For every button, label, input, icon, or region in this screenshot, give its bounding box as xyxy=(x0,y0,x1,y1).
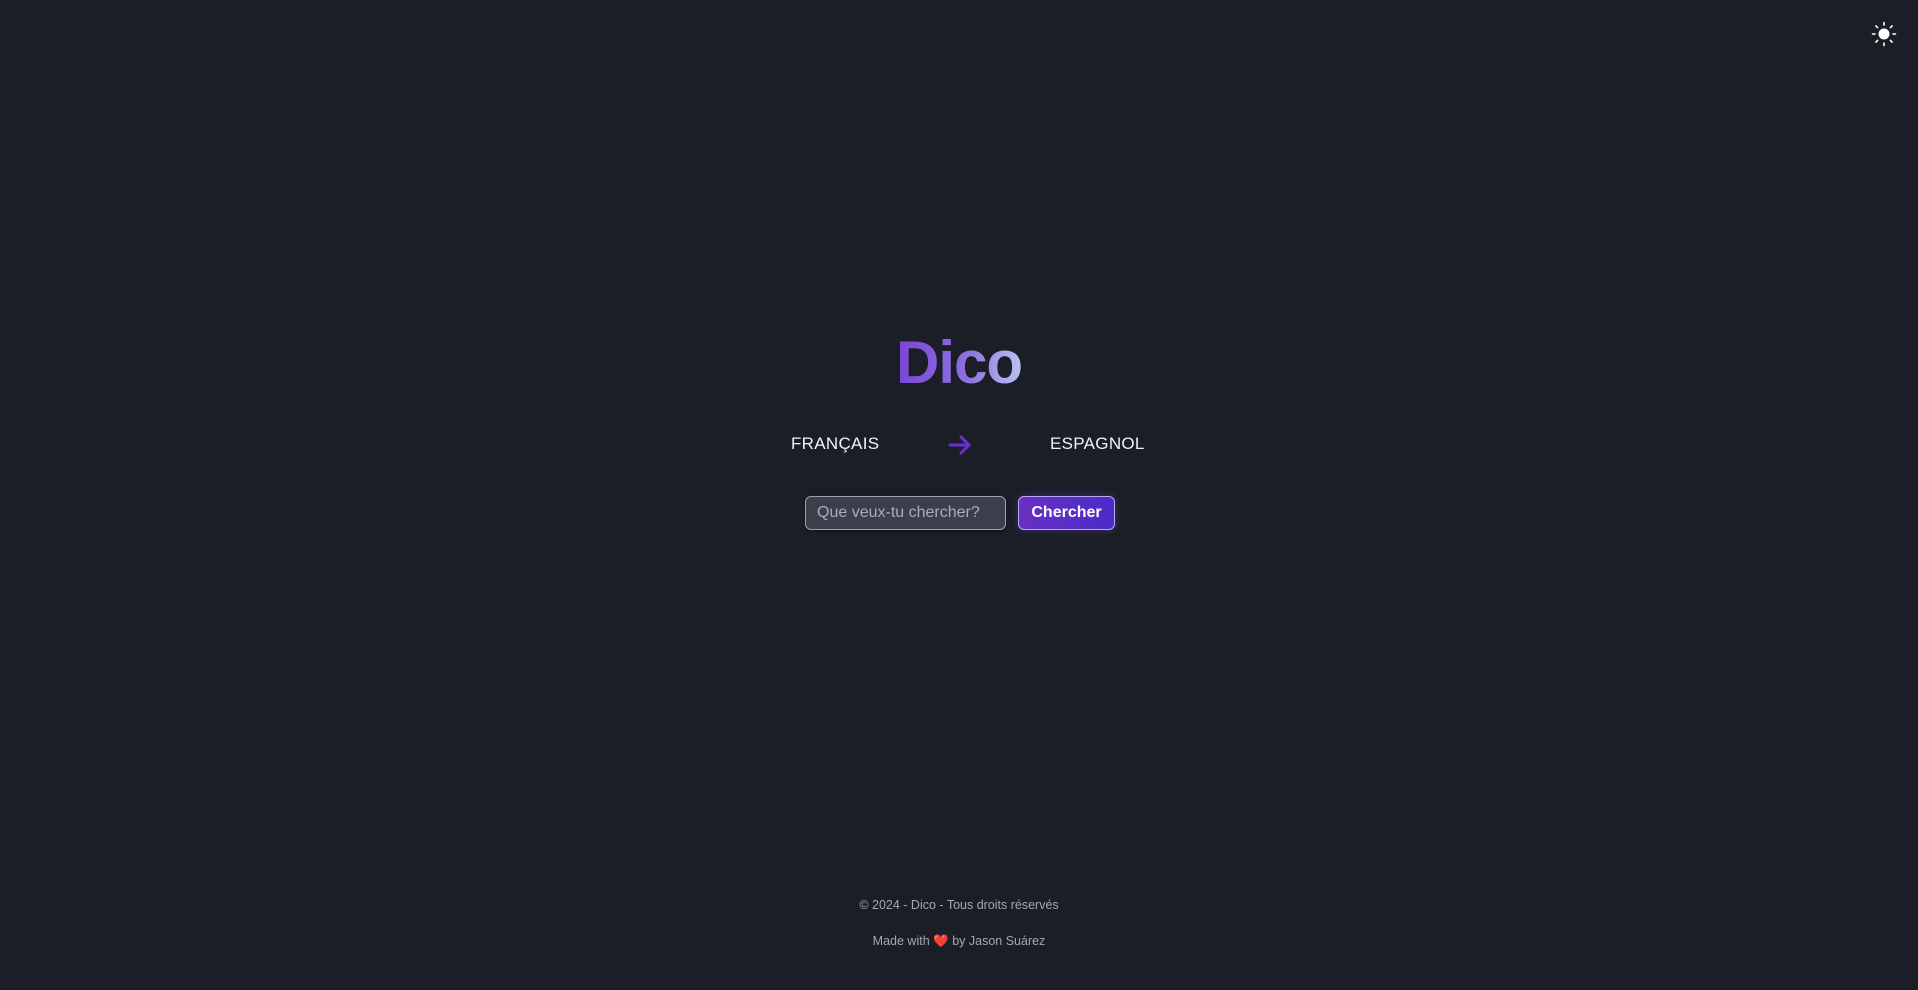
copyright-text: © 2024 - Dico - Tous droits réservés xyxy=(859,898,1059,912)
page: Dico FRANÇAIS ESPAGNOL Chercher © 2024 -… xyxy=(0,0,1918,990)
author-credit: by Jason Suárez xyxy=(952,934,1046,948)
search-form: Chercher xyxy=(805,496,1115,530)
search-input[interactable] xyxy=(805,496,1006,530)
sun-icon xyxy=(1871,21,1897,47)
made-with-prefix: Made with xyxy=(872,934,930,948)
theme-toggle-button[interactable] xyxy=(1869,19,1899,49)
footer: © 2024 - Dico - Tous droits réservés Mad… xyxy=(0,895,1918,951)
source-language[interactable]: FRANÇAIS xyxy=(791,434,879,454)
language-selector: FRANÇAIS ESPAGNOL xyxy=(0,428,1918,462)
made-with-line: Made with ❤️ by Jason Suárez xyxy=(0,931,1918,951)
app-title: Dico xyxy=(895,329,1023,396)
heart-icon: ❤️ xyxy=(933,934,949,948)
search-button[interactable]: Chercher xyxy=(1018,496,1115,530)
app-logo: Dico xyxy=(0,328,1918,398)
arrow-right-icon[interactable] xyxy=(947,432,973,458)
target-language[interactable]: ESPAGNOL xyxy=(1050,434,1145,454)
